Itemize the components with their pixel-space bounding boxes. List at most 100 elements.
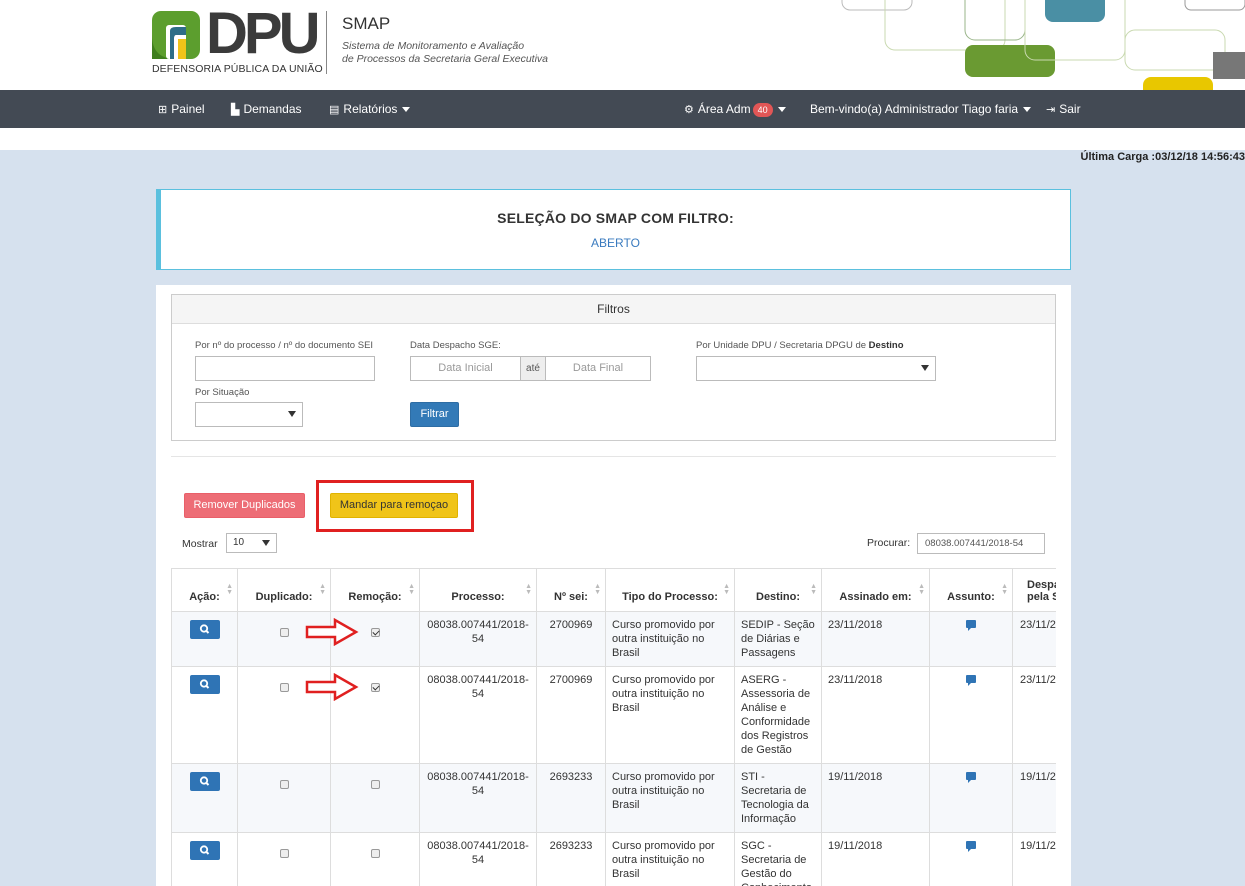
comment-icon[interactable] <box>966 675 976 686</box>
filtrar-button[interactable]: Filtrar <box>410 402 459 427</box>
duplicado-checkbox[interactable] <box>279 849 289 858</box>
list-icon: ▤ <box>329 104 340 116</box>
duplicado-checkbox[interactable] <box>279 683 289 692</box>
page-size-select[interactable]: 10 <box>226 533 277 553</box>
data-final-input[interactable]: Data Final <box>545 356 651 381</box>
nav-user-menu[interactable]: Bem-vindo(a) Administrador Tiago faria <box>810 90 1032 128</box>
remocao-checkbox[interactable] <box>370 849 380 858</box>
comment-icon[interactable] <box>966 620 976 631</box>
col-despacho[interactable]: Despachopela SGE: <box>1012 568 1056 612</box>
col-nsei[interactable]: Nº sei: ▲ ▼ <box>536 568 606 612</box>
annotation-arrow-icon <box>305 618 359 646</box>
col-remocao-label: Remoção: <box>348 591 402 603</box>
page-title: SELEÇÃO DO SMAP COM FILTRO: <box>497 210 734 226</box>
data-inicial-input[interactable]: Data Inicial <box>410 356 521 381</box>
col-assinado[interactable]: Assinado em: ▲ ▼ <box>821 568 930 612</box>
acao-cell <box>171 666 238 764</box>
search-input[interactable]: 08038.007441/2018-54 <box>917 533 1045 554</box>
unidade-label: Por Unidade DPU / Secretaria DPGU de Des… <box>696 340 904 351</box>
col-nsei-label: Nº sei: <box>554 591 588 603</box>
remocao-checkbox[interactable] <box>370 780 380 789</box>
app-name: SMAP <box>342 14 391 33</box>
divider <box>171 456 1056 457</box>
tipo-cell: Curso promovido por outra instituição no… <box>605 666 735 764</box>
col-acao-label: Ação: <box>189 591 220 603</box>
notification-badge: 40 <box>752 102 773 117</box>
col-destino[interactable]: Destino: ▲ ▼ <box>734 568 822 612</box>
search-icon <box>199 624 209 634</box>
acao-cell <box>171 763 238 833</box>
logout-icon: ⇥ <box>1046 104 1056 116</box>
col-assunto[interactable]: Assunto: ▲ ▼ <box>929 568 1013 612</box>
header-divider <box>326 11 327 74</box>
logo-word: DPU <box>206 1 320 66</box>
sort-icon: ▲ ▼ <box>723 583 730 596</box>
chevron-down-icon <box>402 107 411 113</box>
col-processo[interactable]: Processo: ▲ ▼ <box>419 568 537 612</box>
table-header-row: Ação: ▲ ▼ Duplicado: ▲ ▼ Remoção: ▲ ▼ Processo… <box>171 568 1056 612</box>
destino-cell: SEDIP - Seção de Diárias e Passagens <box>734 611 822 667</box>
ultima-carga: Última Carga :03/12/18 14:56:43 <box>1080 151 1245 163</box>
chevron-down-icon <box>262 540 270 546</box>
site-header: DPU DEFENSORIA PÚBLICA DA UNIÃO SMAP Sis… <box>0 0 1245 90</box>
col-assinado-label: Assinado em: <box>839 591 912 603</box>
nav-painel[interactable]: ⊞ Painel <box>158 90 205 128</box>
view-button[interactable] <box>189 675 220 694</box>
despacho-cell: 23/11/2018 <box>1012 611 1056 667</box>
destino-cell: ASERG - Assessoria de Análise e Conformi… <box>734 666 822 764</box>
nsei-cell: 2693233 <box>536 763 606 833</box>
nav-relatorios-label: Relatórios <box>343 102 398 116</box>
dashboard-icon: ⊞ <box>158 104 168 116</box>
remocao-checkbox[interactable] <box>370 628 380 637</box>
col-tipo-label: Tipo do Processo: <box>622 591 718 603</box>
tipo-cell: Curso promovido por outra instituição no… <box>605 763 735 833</box>
nav-demandas-label: Demandas <box>243 102 302 116</box>
subheader-band <box>0 128 1245 150</box>
search-icon <box>199 776 209 786</box>
filters-header: Filtros <box>172 295 1055 324</box>
destino-cell: SGC - Secretaria de Gestão do Conhecimen… <box>734 832 822 886</box>
nsei-cell: 2700969 <box>536 611 606 667</box>
table-row: 08038.007441/2018-54 2693233 Curso promo… <box>171 832 1056 886</box>
processo-label: Por nº do processo / nº do documento SEI <box>195 340 374 351</box>
chevron-down-icon <box>777 107 786 113</box>
results-table: Ação: ▲ ▼ Duplicado: ▲ ▼ Remoção: ▲ ▼ Processo… <box>171 568 1056 886</box>
duplicado-checkbox[interactable] <box>279 628 289 637</box>
view-button[interactable] <box>189 772 220 791</box>
filter-status: ABERTO <box>591 236 640 250</box>
welcome-text: Bem-vindo(a) Administrador Tiago faria <box>810 102 1019 116</box>
comment-icon[interactable] <box>966 772 976 783</box>
col-duplicado[interactable]: Duplicado: ▲ ▼ <box>237 568 331 612</box>
assinado-cell: 19/11/2018 <box>821 832 930 886</box>
view-button[interactable] <box>189 620 220 639</box>
situacao-select[interactable] <box>195 402 303 427</box>
dpu-logo-icon <box>152 11 200 59</box>
col-remocao[interactable]: Remoção: ▲ ▼ <box>330 568 420 612</box>
nav-relatorios[interactable]: ▤ Relatórios <box>329 90 411 128</box>
col-processo-label: Processo: <box>451 591 505 603</box>
processo-input[interactable] <box>195 356 375 381</box>
nav-demandas[interactable]: ▙ Demandas <box>231 90 302 128</box>
nav-area-adm[interactable]: ⚙ Área Adm 40 <box>684 90 786 128</box>
table-row: 08038.007441/2018-54 2693233 Curso promo… <box>171 763 1056 833</box>
remocao-checkbox[interactable] <box>370 683 380 692</box>
page-size-value: 10 <box>233 537 245 548</box>
col-tipo[interactable]: Tipo do Processo: ▲ ▼ <box>605 568 735 612</box>
col-duplicado-label: Duplicado: <box>255 591 313 603</box>
search-icon <box>199 679 209 689</box>
sitemap-icon: ▙ <box>231 104 240 116</box>
header-decoration <box>841 0 1245 90</box>
nsei-cell: 2700969 <box>536 666 606 764</box>
remover-duplicados-button[interactable]: Remover Duplicados <box>184 493 305 518</box>
view-button[interactable] <box>189 841 220 860</box>
chevron-down-icon <box>288 411 296 417</box>
acao-cell <box>171 832 238 886</box>
nav-sair[interactable]: ⇥ Sair <box>1046 90 1081 128</box>
duplicado-checkbox[interactable] <box>279 780 289 789</box>
col-despacho-label-2: pela SGE: <box>1027 591 1056 603</box>
sort-icon: ▲ ▼ <box>918 583 925 596</box>
col-acao[interactable]: Ação: ▲ ▼ <box>171 568 238 612</box>
comment-icon[interactable] <box>966 841 976 852</box>
assinado-cell: 23/11/2018 <box>821 611 930 667</box>
unidade-select[interactable] <box>696 356 936 381</box>
